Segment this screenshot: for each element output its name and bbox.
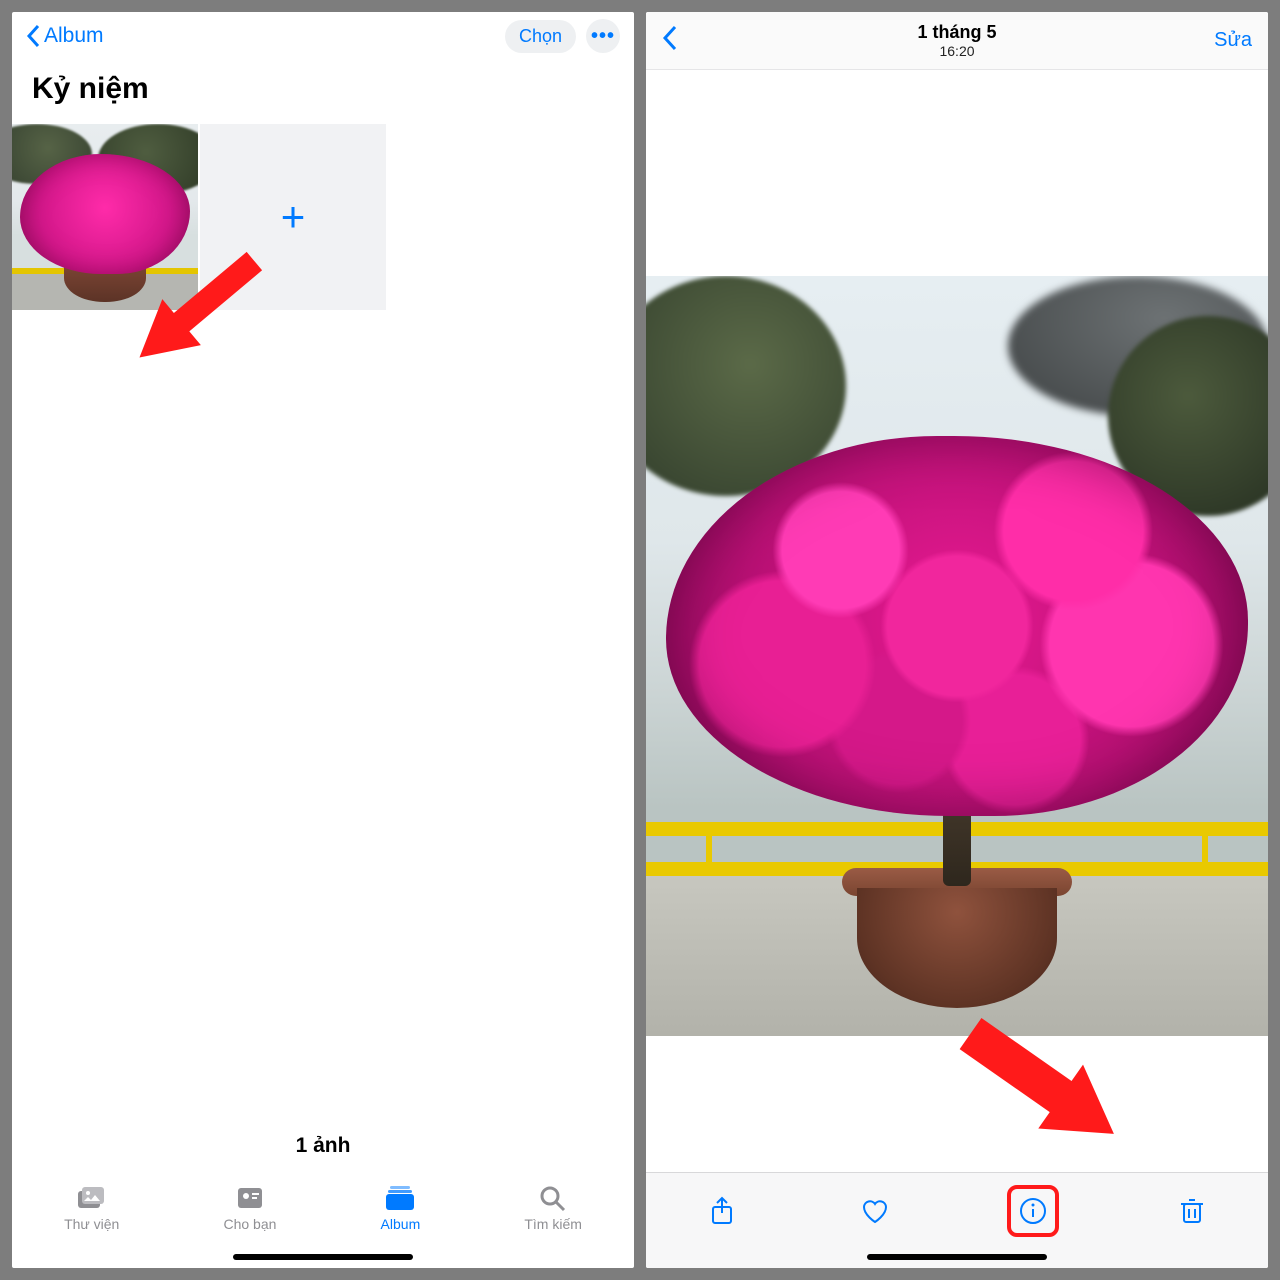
plus-icon: + xyxy=(281,193,306,241)
delete-button[interactable] xyxy=(1172,1191,1212,1231)
favorite-button[interactable] xyxy=(855,1191,895,1231)
home-indicator[interactable] xyxy=(867,1254,1047,1260)
share-button[interactable] xyxy=(702,1191,742,1231)
edit-button[interactable]: Sửa xyxy=(1214,29,1252,52)
tab-for-you[interactable]: Cho bạn xyxy=(223,1184,276,1232)
photo-content xyxy=(646,276,1268,1036)
album-title: Kỷ niệm xyxy=(32,72,614,106)
tab-search[interactable]: Tìm kiếm xyxy=(524,1184,582,1232)
search-icon xyxy=(537,1184,569,1212)
photo-detail-screen: 1 tháng 5 16:20 Sửa xyxy=(646,12,1268,1268)
back-button[interactable]: Album xyxy=(26,24,104,48)
select-button[interactable]: Chọn xyxy=(505,20,576,53)
tab-library[interactable]: Thư viện xyxy=(64,1184,119,1232)
home-indicator[interactable] xyxy=(233,1254,413,1260)
more-button[interactable]: ••• xyxy=(586,19,620,53)
chevron-left-icon xyxy=(662,25,678,51)
tab-label: Thư viện xyxy=(64,1216,119,1232)
photo-date: 1 tháng 5 xyxy=(917,22,996,43)
photo-date-time: 1 tháng 5 16:20 xyxy=(917,22,996,59)
back-label: Album xyxy=(44,24,104,48)
tab-label: Album xyxy=(381,1216,421,1232)
back-button[interactable] xyxy=(662,25,678,56)
trash-icon xyxy=(1177,1196,1207,1226)
photo-grid: + xyxy=(12,124,634,310)
album-icon xyxy=(384,1184,416,1212)
photo-viewer[interactable] xyxy=(646,70,1268,1172)
library-icon xyxy=(76,1184,108,1212)
album-header: Album Chọn ••• xyxy=(12,12,634,60)
tab-label: Tìm kiếm xyxy=(524,1216,582,1232)
tab-label: Cho bạn xyxy=(223,1216,276,1232)
info-button[interactable] xyxy=(1007,1185,1059,1237)
share-icon xyxy=(707,1196,737,1226)
ellipsis-icon: ••• xyxy=(591,25,615,48)
header-actions: Chọn ••• xyxy=(505,19,620,53)
detail-header: 1 tháng 5 16:20 Sửa xyxy=(646,12,1268,70)
info-icon xyxy=(1018,1196,1048,1226)
album-title-row: Kỷ niệm xyxy=(12,60,634,124)
heart-icon xyxy=(860,1196,890,1226)
album-screen: Album Chọn ••• Kỷ niệm + 1 ảnh xyxy=(12,12,634,1268)
chevron-left-icon xyxy=(26,24,40,48)
photo-count: 1 ảnh xyxy=(12,1134,634,1176)
tab-album[interactable]: Album xyxy=(381,1184,421,1232)
photo-time: 16:20 xyxy=(917,43,996,59)
for-you-icon xyxy=(234,1184,266,1212)
